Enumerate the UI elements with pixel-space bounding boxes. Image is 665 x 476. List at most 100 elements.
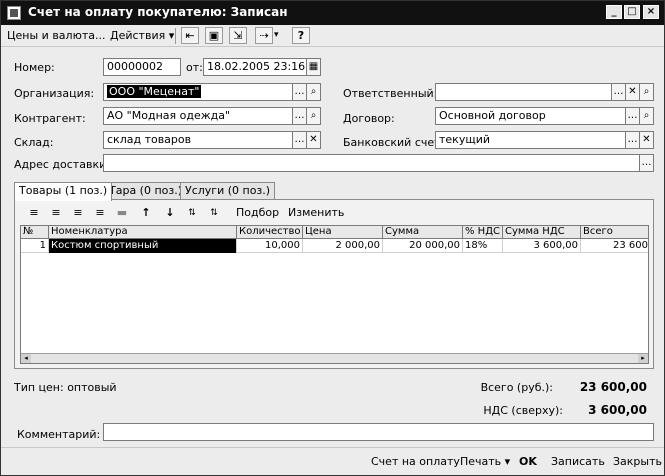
column-header[interactable]: % НДС bbox=[463, 226, 503, 239]
sort-descending-icon[interactable]: ⇅ bbox=[205, 205, 223, 221]
vat-value: 3 600,00 bbox=[588, 403, 647, 417]
scroll-right-icon[interactable]: ▸ bbox=[638, 354, 648, 363]
clear-icon[interactable]: ✕ bbox=[307, 131, 321, 149]
warehouse-field[interactable]: склад товаров bbox=[103, 131, 293, 149]
organization-label: Организация: bbox=[14, 87, 95, 100]
column-header[interactable]: Цена bbox=[303, 226, 383, 239]
add-row-icon[interactable]: ≡ bbox=[25, 205, 43, 221]
table-cell[interactable]: 20 000,00 bbox=[383, 239, 463, 253]
document-movements-icon[interactable]: ▣ bbox=[205, 27, 223, 44]
counterparty-label: Контрагент: bbox=[14, 112, 86, 125]
ok-button[interactable]: OK bbox=[519, 455, 537, 468]
open-search-icon[interactable]: ⌕ bbox=[307, 83, 321, 101]
invoice-print-button[interactable]: Счет на оплату bbox=[371, 455, 460, 468]
table-cell[interactable]: 10,000 bbox=[237, 239, 303, 253]
print-menu-button[interactable]: Печать ▾ bbox=[460, 455, 510, 468]
organization-field[interactable]: ООО "Меценат" bbox=[103, 83, 293, 101]
edit-row-icon[interactable]: ≡ bbox=[69, 205, 87, 221]
open-search-icon[interactable]: ⌕ bbox=[640, 107, 654, 125]
number-field[interactable]: 00000002 bbox=[103, 58, 181, 76]
post-document-icon[interactable]: ⇤ bbox=[181, 27, 199, 44]
minimize-button[interactable]: _ bbox=[606, 5, 622, 19]
goods-panel: ≡ ≡ ≡ ≡ ▬ ↑ ↓ ⇅ ⇅ Подбор Изменить № Номе… bbox=[14, 199, 654, 369]
number-label: Номер: bbox=[14, 61, 55, 74]
pick-button[interactable]: Подбор bbox=[236, 206, 279, 219]
window-title: Счет на оплату покупателю: Записан bbox=[28, 5, 288, 19]
change-button[interactable]: Изменить bbox=[288, 206, 344, 219]
table-cell[interactable]: Костюм спортивный bbox=[49, 239, 237, 253]
close-window-button[interactable]: × bbox=[643, 5, 659, 19]
price-type-text: Тип цен: оптовый bbox=[14, 381, 117, 394]
responsible-field[interactable] bbox=[435, 83, 612, 101]
close-button[interactable]: Закрыть bbox=[613, 455, 662, 468]
ellipsis-icon[interactable]: … bbox=[293, 83, 307, 101]
column-header[interactable]: Сумма НДС bbox=[503, 226, 581, 239]
end-edit-icon[interactable]: ▬ bbox=[113, 205, 131, 221]
table-header: № Номенклатура Количество Цена Сумма % Н… bbox=[21, 226, 648, 239]
save-button[interactable]: Записать bbox=[551, 455, 605, 468]
tab-goods[interactable]: Товары (1 поз.) bbox=[14, 182, 113, 201]
comment-label: Комментарий: bbox=[17, 428, 101, 441]
prices-currency-menu[interactable]: Цены и валюта... bbox=[7, 29, 105, 42]
chevron-down-icon[interactable]: ▾ bbox=[274, 30, 279, 40]
create-based-icon[interactable]: ⇢ bbox=[255, 27, 273, 44]
bank-account-field[interactable]: текущий bbox=[435, 131, 626, 149]
delete-row-icon[interactable]: ≡ bbox=[91, 205, 109, 221]
ellipsis-icon[interactable]: … bbox=[640, 154, 654, 172]
ellipsis-icon[interactable]: … bbox=[293, 131, 307, 149]
ellipsis-icon[interactable]: … bbox=[293, 107, 307, 125]
toolbar-separator bbox=[175, 28, 176, 44]
chevron-down-icon: ▾ bbox=[504, 455, 511, 468]
clear-icon[interactable]: ✕ bbox=[640, 131, 654, 149]
column-header[interactable]: № bbox=[21, 226, 49, 239]
column-header[interactable]: Сумма bbox=[383, 226, 463, 239]
vat-label: НДС (сверху): bbox=[483, 404, 563, 417]
date-field[interactable]: 18.02.2005 23:16:46 bbox=[203, 58, 307, 76]
column-header[interactable]: Номенклатура bbox=[49, 226, 237, 239]
print-label: Печать bbox=[460, 455, 502, 468]
calendar-icon[interactable]: ▦ bbox=[307, 58, 321, 76]
table-cell[interactable]: 3 600,00 bbox=[503, 239, 581, 253]
move-down-icon[interactable]: ↓ bbox=[161, 205, 179, 221]
open-search-icon[interactable]: ⌕ bbox=[640, 83, 654, 101]
copy-row-icon[interactable]: ≡ bbox=[47, 205, 65, 221]
open-search-icon[interactable]: ⌕ bbox=[307, 107, 321, 125]
help-icon[interactable]: ? bbox=[292, 27, 310, 44]
sort-ascending-icon[interactable]: ⇅ bbox=[183, 205, 201, 221]
comment-field[interactable] bbox=[103, 423, 654, 441]
table-cell[interactable]: 2 000,00 bbox=[303, 239, 383, 253]
delivery-address-label: Адрес доставки: bbox=[14, 158, 110, 171]
bank-account-label: Банковский счет: bbox=[343, 136, 445, 149]
organization-value: ООО "Меценат" bbox=[107, 85, 202, 98]
maximize-button[interactable]: □ bbox=[624, 5, 640, 19]
table-cell[interactable]: 1 bbox=[21, 239, 49, 253]
contract-field[interactable]: Основной договор bbox=[435, 107, 626, 125]
tab-services[interactable]: Услуги (0 поз.) bbox=[180, 182, 276, 200]
contract-label: Договор: bbox=[343, 112, 395, 125]
goods-table[interactable]: № Номенклатура Количество Цена Сумма % Н… bbox=[20, 225, 649, 364]
ellipsis-icon[interactable]: … bbox=[626, 131, 640, 149]
tab-containers[interactable]: Тара (0 поз.) bbox=[104, 182, 188, 200]
actions-menu-label: Действия bbox=[110, 29, 166, 42]
counterparty-field[interactable]: АО "Модная одежда" bbox=[103, 107, 293, 125]
clear-icon[interactable]: ✕ bbox=[626, 83, 640, 101]
total-label: Всего (руб.): bbox=[480, 381, 553, 394]
move-up-icon[interactable]: ↑ bbox=[137, 205, 155, 221]
based-on-icon[interactable]: ⇲ bbox=[229, 27, 247, 44]
title-bar: Счет на оплату покупателю: Записан _ □ × bbox=[1, 1, 664, 25]
table-row[interactable]: 1 Костюм спортивный 10,000 2 000,00 20 0… bbox=[21, 239, 648, 253]
delivery-address-field[interactable] bbox=[103, 154, 640, 172]
bottom-command-bar: Счет на оплату Печать ▾ OK Записать Закр… bbox=[1, 447, 664, 475]
scroll-left-icon[interactable]: ◂ bbox=[21, 354, 31, 363]
table-cell[interactable]: 18% bbox=[463, 239, 503, 253]
table-cell[interactable]: 23 600 bbox=[581, 239, 648, 253]
column-header[interactable]: Количество bbox=[237, 226, 303, 239]
ellipsis-icon[interactable]: … bbox=[626, 107, 640, 125]
actions-menu[interactable]: Действия ▾ bbox=[110, 29, 174, 42]
date-label: от: bbox=[186, 61, 203, 74]
chevron-down-icon: ▾ bbox=[168, 29, 175, 42]
command-bar: Цены и валюта... Действия ▾ ⇤ ▣ ⇲ ⇢ ▾ ? bbox=[1, 25, 664, 47]
horizontal-scrollbar[interactable]: ◂ ▸ bbox=[21, 353, 648, 363]
column-header[interactable]: Всего bbox=[581, 226, 648, 239]
ellipsis-icon[interactable]: … bbox=[612, 83, 626, 101]
